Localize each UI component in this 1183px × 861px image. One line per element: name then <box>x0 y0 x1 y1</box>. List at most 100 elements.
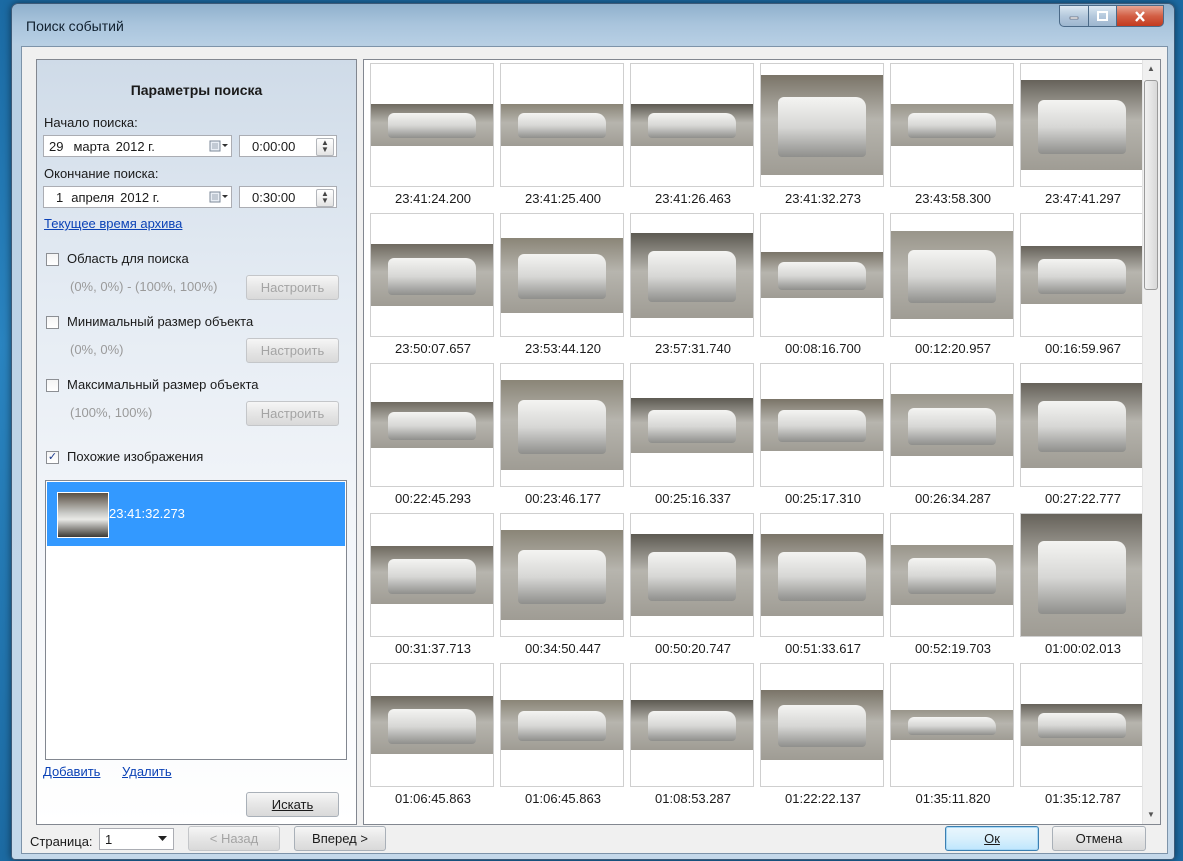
result-cell[interactable]: 00:25:16.337 <box>629 363 757 513</box>
result-thumbnail[interactable] <box>760 663 884 787</box>
scrollbar-thumb[interactable] <box>1144 80 1158 290</box>
ok-button[interactable]: Ок <box>945 826 1039 851</box>
start-year[interactable]: 2012 г. <box>116 139 155 154</box>
remove-link[interactable]: Удалить <box>122 764 172 779</box>
add-link[interactable]: Добавить <box>43 764 100 779</box>
end-time-field[interactable]: 0:30:00 ▲ ▼ <box>239 186 337 208</box>
end-year[interactable]: 2012 г. <box>120 190 159 205</box>
start-day[interactable]: 29 <box>49 139 63 154</box>
result-thumbnail[interactable] <box>370 213 494 337</box>
result-cell[interactable]: 23:41:24.200 <box>369 63 497 213</box>
result-thumbnail[interactable] <box>500 513 624 637</box>
scroll-down-icon[interactable]: ▼ <box>1147 810 1155 819</box>
results-grid[interactable]: 23:41:24.200 23:41:25.400 23:41:26.463 23:4… <box>363 59 1161 825</box>
result-thumbnail[interactable] <box>760 513 884 637</box>
result-thumbnail[interactable] <box>890 63 1014 187</box>
result-thumbnail[interactable] <box>1020 63 1144 187</box>
calendar-icon[interactable] <box>209 139 229 153</box>
result-cell[interactable]: 00:22:45.293 <box>369 363 497 513</box>
result-cell[interactable]: 23:41:26.463 <box>629 63 757 213</box>
result-cell[interactable]: 01:00:02.013 <box>1019 513 1147 663</box>
title-bar[interactable]: Поиск событий <box>12 4 1174 44</box>
maximize-button[interactable] <box>1089 5 1117 27</box>
result-thumbnail[interactable] <box>370 363 494 487</box>
result-cell[interactable]: 00:27:22.777 <box>1019 363 1147 513</box>
spin-icon[interactable]: ▲ ▼ <box>316 138 334 156</box>
result-thumbnail[interactable] <box>1020 213 1144 337</box>
start-date-picker[interactable]: 29 марта 2012 г. <box>43 135 232 157</box>
page-select[interactable]: 1 <box>99 828 174 850</box>
result-thumbnail[interactable] <box>630 513 754 637</box>
result-cell[interactable]: 00:31:37.713 <box>369 513 497 663</box>
result-thumbnail[interactable] <box>500 213 624 337</box>
start-time-value[interactable]: 0:00:00 <box>252 139 295 154</box>
similar-images-list[interactable]: 23:41:32.273 <box>45 480 347 760</box>
result-cell[interactable]: 00:52:19.703 <box>889 513 1017 663</box>
result-cell[interactable]: 23:41:25.400 <box>499 63 627 213</box>
result-cell[interactable]: 00:12:20.957 <box>889 213 1017 363</box>
result-cell[interactable]: 00:16:59.967 <box>1019 213 1147 363</box>
result-cell[interactable]: 00:51:33.617 <box>759 513 887 663</box>
result-thumbnail[interactable] <box>500 663 624 787</box>
result-thumbnail[interactable] <box>890 513 1014 637</box>
result-thumbnail[interactable] <box>500 363 624 487</box>
result-thumbnail[interactable] <box>370 63 494 187</box>
result-thumbnail[interactable] <box>370 513 494 637</box>
result-thumbnail[interactable] <box>500 63 624 187</box>
next-page-button[interactable]: Вперед > <box>294 826 386 851</box>
current-archive-time-link[interactable]: Текущее время архива <box>44 216 182 231</box>
result-cell[interactable]: 23:57:31.740 <box>629 213 757 363</box>
result-cell[interactable]: 23:50:07.657 <box>369 213 497 363</box>
search-button[interactable]: Искать <box>246 792 339 817</box>
result-cell[interactable]: 01:22:22.137 <box>759 663 887 813</box>
result-thumbnail[interactable] <box>1020 663 1144 787</box>
end-date-picker[interactable]: 1 апреля 2012 г. <box>43 186 232 208</box>
scroll-up-icon[interactable]: ▲ <box>1147 64 1155 73</box>
area-checkbox[interactable] <box>46 253 59 266</box>
result-cell[interactable]: 00:34:50.447 <box>499 513 627 663</box>
result-thumbnail[interactable] <box>630 213 754 337</box>
result-thumbnail[interactable] <box>370 663 494 787</box>
area-configure-button[interactable]: Настроить <box>246 275 339 300</box>
result-thumbnail[interactable] <box>760 213 884 337</box>
max-size-checkbox[interactable] <box>46 379 59 392</box>
result-cell[interactable]: 00:23:46.177 <box>499 363 627 513</box>
result-cell[interactable]: 23:43:58.300 <box>889 63 1017 213</box>
min-size-configure-button[interactable]: Настроить <box>246 338 339 363</box>
prev-page-button[interactable]: < Назад <box>188 826 280 851</box>
result-thumbnail[interactable] <box>890 213 1014 337</box>
max-size-configure-button[interactable]: Настроить <box>246 401 339 426</box>
end-time-value[interactable]: 0:30:00 <box>252 190 295 205</box>
end-month[interactable]: апреля <box>71 190 114 205</box>
result-cell[interactable]: 23:47:41.297 <box>1019 63 1147 213</box>
calendar-icon[interactable] <box>209 190 229 204</box>
result-thumbnail[interactable] <box>890 663 1014 787</box>
result-thumbnail[interactable] <box>1020 513 1144 637</box>
result-cell[interactable]: 00:25:17.310 <box>759 363 887 513</box>
result-cell[interactable]: 23:53:44.120 <box>499 213 627 363</box>
min-size-checkbox[interactable] <box>46 316 59 329</box>
result-cell[interactable]: 01:06:45.863 <box>499 663 627 813</box>
result-thumbnail[interactable] <box>760 63 884 187</box>
vertical-scrollbar[interactable]: ▲ ▼ <box>1142 60 1160 824</box>
result-thumbnail[interactable] <box>1020 363 1144 487</box>
result-cell[interactable]: 01:06:45.863 <box>369 663 497 813</box>
list-item[interactable]: 23:41:32.273 <box>47 482 345 546</box>
start-time-field[interactable]: 0:00:00 ▲ ▼ <box>239 135 337 157</box>
close-button[interactable] <box>1117 5 1164 27</box>
result-thumbnail[interactable] <box>760 363 884 487</box>
result-cell[interactable]: 01:35:11.820 <box>889 663 1017 813</box>
minimize-button[interactable] <box>1059 5 1089 27</box>
result-cell[interactable]: 23:41:32.273 <box>759 63 887 213</box>
result-cell[interactable]: 01:35:12.787 <box>1019 663 1147 813</box>
result-thumbnail[interactable] <box>630 363 754 487</box>
spin-icon[interactable]: ▲ ▼ <box>316 189 334 207</box>
cancel-button[interactable]: Отмена <box>1052 826 1146 851</box>
result-thumbnail[interactable] <box>890 363 1014 487</box>
result-cell[interactable]: 00:26:34.287 <box>889 363 1017 513</box>
end-day[interactable]: 1 <box>56 190 63 205</box>
result-thumbnail[interactable] <box>630 63 754 187</box>
similar-images-checkbox[interactable]: ✓ <box>46 451 59 464</box>
result-cell[interactable]: 00:08:16.700 <box>759 213 887 363</box>
result-cell[interactable]: 01:08:53.287 <box>629 663 757 813</box>
